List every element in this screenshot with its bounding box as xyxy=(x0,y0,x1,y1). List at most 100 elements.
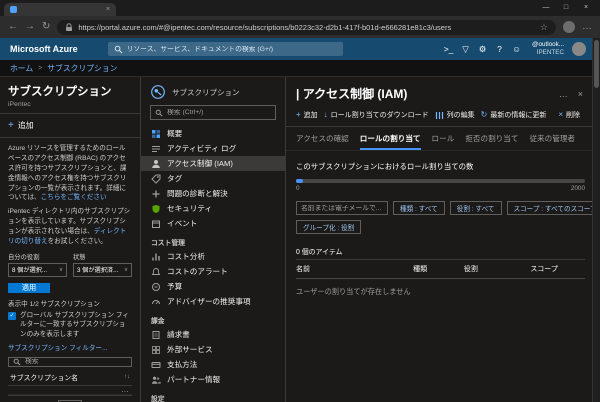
column-role[interactable]: 役割 xyxy=(464,264,530,274)
assignment-search[interactable] xyxy=(296,201,388,215)
window-maximize-button[interactable]: □ xyxy=(556,1,576,15)
menu-item-cost-analysis[interactable]: コスト分析 xyxy=(141,249,285,264)
breadcrumb-current[interactable]: サブスクリプション xyxy=(47,63,117,74)
filter-scope-chip[interactable]: スコープ : すべてのスコープ xyxy=(506,201,599,215)
add-subscription-label: 追加 xyxy=(17,121,34,130)
delete-icon: × xyxy=(558,110,564,119)
refresh-button[interactable]: ↻ 最新の情報に更新 xyxy=(481,110,547,120)
apply-button[interactable]: 適用 xyxy=(8,282,50,293)
azure-header: Microsoft Azure >_ ▽ ⚙ ? ☺ @outlook... I… xyxy=(0,38,600,60)
subscription-filter-link[interactable]: サブスクリプション フィルター... xyxy=(8,342,132,352)
tab-deny-assignments[interactable]: 拒否の割り当て xyxy=(465,133,518,150)
window-minimize-button[interactable]: — xyxy=(536,1,556,15)
breadcrumb-home[interactable]: ホーム xyxy=(10,63,33,74)
global-search[interactable] xyxy=(107,42,343,56)
assignment-search-input[interactable] xyxy=(301,204,383,212)
menu-item-partner-information[interactable]: パートナー情報 xyxy=(141,372,285,387)
subscription-row[interactable]: … xyxy=(8,385,132,395)
tab-close-icon[interactable]: × xyxy=(106,6,110,13)
menu-item-payment-methods[interactable]: 支払方法 xyxy=(141,357,285,372)
name-column-header[interactable]: サブスクリプション名 ↑↓ xyxy=(8,369,132,386)
address-bar[interactable]: https://portal.azure.com/#@ipentec.com/r… xyxy=(57,19,556,35)
progress-scale: 0 2000 xyxy=(296,185,585,192)
cloud-shell-icon[interactable]: >_ xyxy=(441,44,456,55)
menu-item-tags[interactable]: タグ xyxy=(141,171,285,186)
cost-analysis-icon xyxy=(152,253,160,260)
column-type[interactable]: 種類 xyxy=(413,264,464,274)
menu-item-events[interactable]: イベント xyxy=(141,216,285,231)
menu-item-security[interactable]: セキュリティ xyxy=(141,201,285,216)
forward-icon[interactable]: → xyxy=(25,22,35,32)
progress-fill xyxy=(296,179,303,183)
directory-filter-icon[interactable]: ▽ xyxy=(458,44,473,55)
account-avatar[interactable] xyxy=(572,42,586,56)
iam-tabs: アクセスの確認 ロールの割り当て ロール 拒否の割り当て 従来の管理者 xyxy=(286,127,599,151)
scrollbar-thumb[interactable] xyxy=(594,40,599,88)
account-email: @outlook... xyxy=(532,41,564,49)
blade-close-icon[interactable]: × xyxy=(578,89,583,99)
column-scope[interactable]: スコープ xyxy=(530,264,585,274)
page-scrollbar[interactable] xyxy=(592,38,600,402)
settings-gear-icon[interactable]: ⚙ xyxy=(475,44,490,55)
menu-search-input[interactable] xyxy=(167,109,271,116)
menu-item-external-services[interactable]: 外部サービス xyxy=(141,342,285,357)
showing-count: 表示中 1/2 サブスクリプション xyxy=(8,300,100,308)
menu-item-cost-alerts[interactable]: コストのアラート xyxy=(141,264,285,279)
tab-classic-administrators[interactable]: 従来の管理者 xyxy=(529,133,575,150)
menu-item-invoices[interactable]: 請求書 xyxy=(141,327,285,342)
browser-menu-icon[interactable]: … xyxy=(582,22,592,32)
menu-item-activity-log[interactable]: アクティビティ ログ xyxy=(141,141,285,156)
menu-item-access-control-iam[interactable]: アクセス制御 (IAM) xyxy=(141,156,285,171)
browser-tab[interactable]: × xyxy=(4,3,116,16)
add-subscription-button[interactable]: + 追加 xyxy=(8,120,132,131)
filter-role-chip[interactable]: 役割 : すべて xyxy=(449,201,502,215)
sort-icon: ↑↓ xyxy=(124,373,130,380)
status-dropdown[interactable]: 3 個が選択済... ∨ xyxy=(73,262,132,277)
menu-item-budgets[interactable]: 予算 xyxy=(141,279,285,294)
menu-search[interactable] xyxy=(150,105,276,120)
menu-item-diagnose-solve[interactable]: 問題の診断と解決 xyxy=(141,186,285,201)
subscription-menu-blade: サブスクリプション 概要 アクティビティ ログ アクセス制御 (IAM) xyxy=(141,77,286,402)
blade-more-options-icon[interactable]: … xyxy=(559,89,568,99)
favorite-star-icon[interactable]: ☆ xyxy=(540,22,548,33)
subscription-search-input[interactable] xyxy=(25,358,127,366)
filter-type-chip[interactable]: 種類 : すべて xyxy=(393,201,445,215)
my-role-dropdown[interactable]: 8 個が選択... ∨ xyxy=(8,262,67,277)
menu-blade-title: サブスクリプション xyxy=(172,87,240,97)
group-by-chip[interactable]: グループ化 : 役割 xyxy=(296,220,362,234)
add-role-assignment-button[interactable]: + 追加 xyxy=(296,110,318,120)
back-icon[interactable]: ← xyxy=(8,22,18,32)
refresh-icon[interactable]: ↻ xyxy=(42,22,50,32)
global-filter-checkbox[interactable]: ✓ xyxy=(8,311,16,320)
tab-role-assignments[interactable]: ロールの割り当て xyxy=(359,133,421,150)
subscription-search[interactable] xyxy=(8,356,132,367)
learn-more-link[interactable]: こちらをご覧ください xyxy=(41,194,107,201)
row-context-menu-icon[interactable]: … xyxy=(119,385,132,394)
azure-brand[interactable]: Microsoft Azure xyxy=(10,44,78,54)
window-close-button[interactable]: × xyxy=(576,1,596,15)
directory-note: iPentec ディレクトリ内のサブスクリプションを表示しています。サブスクリプ… xyxy=(8,208,131,246)
search-icon xyxy=(13,358,21,366)
menu-item-advisor-recommendations[interactable]: アドバイザーの推奨事項 xyxy=(141,294,285,309)
delete-button[interactable]: × 削除 xyxy=(558,110,580,120)
tab-roles[interactable]: ロール xyxy=(432,133,455,150)
edit-columns-button[interactable]: 列の編集 xyxy=(435,110,475,120)
download-icon: ↓ xyxy=(323,110,328,119)
global-search-input[interactable] xyxy=(126,45,337,53)
breadcrumb-separator: > xyxy=(38,64,43,72)
browser-profile-avatar[interactable] xyxy=(563,21,575,33)
tab-check-access[interactable]: アクセスの確認 xyxy=(296,133,349,150)
events-icon xyxy=(152,220,160,228)
feedback-smiley-icon[interactable]: ☺ xyxy=(509,44,524,55)
menu-section-billing: 課金 xyxy=(151,318,165,325)
partner-icon xyxy=(152,376,161,384)
column-name[interactable]: 名前 xyxy=(296,264,413,274)
download-role-assignments-button[interactable]: ↓ ロール割り当てのダウンロード xyxy=(324,110,429,120)
subscriptions-blade: サブスクリプション iPentec + 追加 Azure リソースを管理するため… xyxy=(0,77,141,402)
help-icon[interactable]: ? xyxy=(492,44,507,55)
external-services-icon xyxy=(152,345,160,354)
plus-icon: + xyxy=(8,119,14,131)
menu-item-overview[interactable]: 概要 xyxy=(141,126,285,141)
empty-message: ユーザーの割り当てが存在しません xyxy=(296,287,411,296)
account-info[interactable]: @outlook... IPENTEC xyxy=(532,41,564,57)
